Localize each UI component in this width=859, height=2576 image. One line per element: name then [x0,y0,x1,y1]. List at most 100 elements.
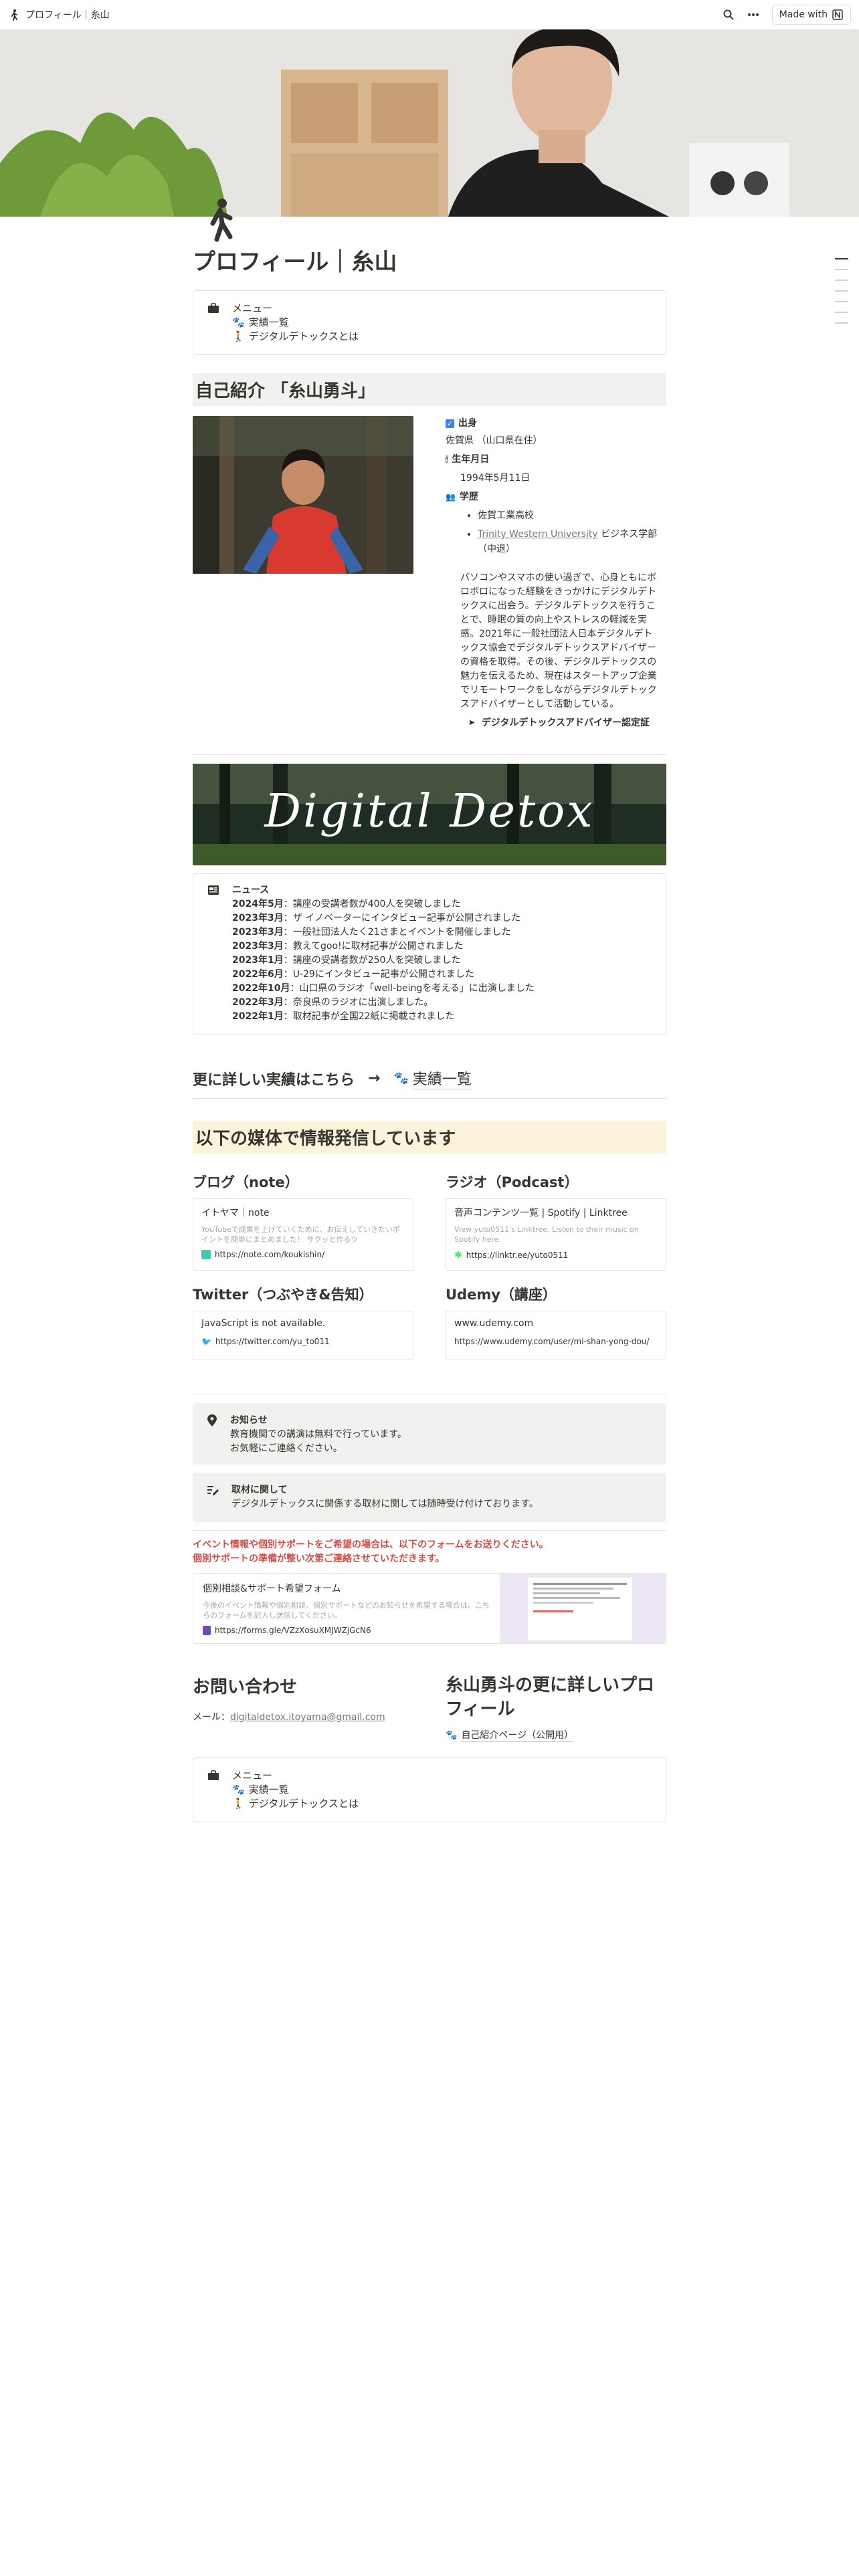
profile-details: ✓ 出身 佐賀県 （山口県在住） 🕯 生年月日 1994年5月11日 👥 学歴 … [446,416,666,730]
birthday-label: 生年月日 [452,454,490,465]
menu-item-digital-detox[interactable]: 🚶 デジタルデトックスとは [232,330,359,344]
search-icon[interactable] [723,9,735,21]
blog-bookmark[interactable]: イトヤマ｜note YouTubeで成果を上げていくために、お伝えしていきたいポ… [193,1198,413,1271]
intro-heading: 自己紹介 「糸山勇斗」 [193,373,666,406]
radio-desc: View yuto0511's Linktree. Listen to thei… [454,1225,639,1244]
bottom-menu-callout: メニュー 🐾 実績一覧 🚶 デジタルデトックスとは [193,1757,666,1822]
contact-heading: お問い合わせ [193,1677,298,1697]
udemy-heading: Udemy（講座） [446,1287,557,1303]
cover-photo [0,29,859,217]
menu-item-label: デジタルデトックスとは [248,330,359,342]
coverage-title: 取材に関して [231,1485,288,1495]
media-heading: 以下の媒体で情報発信しています [193,1121,666,1154]
footprints-icon: 🐾 [232,1784,245,1796]
news-item: 2022年1月：取材記事が全国22紙に掲載されました [232,1011,455,1022]
achievements-lead: 更に詳しい実績はこちら [193,1071,355,1089]
news-item: 2022年6月：U-29にインタビュー記事が公開されました [232,969,474,980]
coverage-line: デジタルデトックスに関係する取材に関しては随時受け付けております。 [231,1499,539,1509]
alert-line: イベント情報や個別サポートをご希望の場合は、以下のフォームをお送りください。 [193,1539,549,1550]
notice-line: 教育機関での講演は無料で行っています。 [230,1429,407,1440]
twitter-heading: Twitter（つぶやき&告知） [193,1287,373,1303]
form-bookmark[interactable]: 個別相談&サポート希望フォーム 今後のイベント情報や個別相談、個別サポートなどの… [193,1573,666,1644]
birthplace-label: 出身 [458,418,477,429]
briefcase-icon [208,303,219,313]
certificate-toggle[interactable]: ▶ デジタルデトックスアドバイザー認定証 [470,716,666,730]
menu-item-label: 実績一覧 [248,316,289,328]
footprints-icon: 🐾 [393,1071,409,1085]
page-content: プロフィール｜糸山 メニュー 🐾 実績一覧 🚶 デジタルデトックスとは [193,246,666,355]
blog-url: https://note.com/koukishin/ [215,1250,325,1259]
bottom-menu-wrap: メニュー 🐾 実績一覧 🚶 デジタルデトックスとは [193,1757,666,1822]
education-label: 学歴 [459,492,478,502]
note-favicon-icon [201,1250,211,1259]
university-link[interactable]: Trinity Western University [478,529,598,540]
notice-title: お知らせ [230,1415,268,1426]
edit-list-icon [207,1486,219,1495]
twitter-url: https://twitter.com/yu_to011 [215,1337,330,1346]
self-intro-link[interactable]: 🐾 自己紹介ページ（公開用） [446,1728,666,1742]
alert-text: イベント情報や個別サポートをご希望の場合は、以下のフォームをお送りください。 個… [193,1538,666,1566]
page-title: プロフィール｜糸山 [193,249,397,276]
education-item: 佐賀工業高校 [478,508,666,523]
media-heading-block: 以下の媒体で情報発信しています [193,1121,666,1154]
birthday-row: 🕯 生年月日 [446,452,666,467]
form-thumbnail [500,1574,666,1643]
udemy-title: www.udemy.com [454,1318,534,1329]
menu-item-digital-detox[interactable]: 🚶 デジタルデトックスとは [232,1797,359,1811]
news-heading: ニュース [232,885,270,895]
twitter-bookmark[interactable]: JavaScript is not available. 🐦 https://t… [193,1311,413,1360]
birthplace-row: ✓ 出身 [446,416,666,431]
toggle-triangle-icon: ▶ [470,719,475,726]
coverage-callout: 取材に関して デジタルデトックスに関係する取材に関しては随時受け付けております。 [193,1473,666,1522]
news-item: 2022年10月：山口県のラジオ「well-beingを考える」に出演しました [232,983,535,994]
self-intro-link-label: 自己紹介ページ（公開用） [461,1728,574,1742]
more-icon[interactable] [747,9,760,21]
people-icon: 👥 [446,492,456,502]
news-item: 2023年3月：教えてgoo!に取材記事が公開されました [232,941,464,952]
menu-item-label: 実績一覧 [248,1784,289,1796]
achievements-row: 更に詳しい実績はこちら → 🐾 実績一覧 [193,1067,666,1089]
footprints-icon: 🐾 [232,316,245,328]
education-item: Trinity Western University ビジネス学部（中退） [478,527,666,556]
notion-logo-icon [832,9,843,20]
menu-heading: メニュー [232,1769,273,1782]
blog-title: イトヤマ｜note [201,1208,270,1218]
menu-item-label: デジタルデトックスとは [248,1798,359,1810]
menu-item-achievements[interactable]: 🐾 実績一覧 [232,1783,359,1797]
candle-icon: 🕯 [446,455,448,464]
made-with-button[interactable]: Made with [771,5,851,25]
footprints-icon: 🐾 [446,1729,458,1741]
udemy-bookmark[interactable]: www.udemy.com https://www.udemy.com/user… [446,1311,666,1360]
certificate-toggle-label: デジタルデトックスアドバイザー認定証 [481,718,650,728]
location-pin-icon [207,1414,217,1426]
divider [193,754,666,755]
blog-section: ブログ（note） イトヤマ｜note YouTubeで成果を上げていくために、… [193,1172,413,1271]
achievements-link[interactable]: 🐾 実績一覧 [393,1067,472,1089]
digital-detox-banner: Digital Detox [193,764,666,865]
form-title: 個別相談&サポート希望フォーム [203,1584,341,1594]
menu-item-achievements[interactable]: 🐾 実績一覧 [232,316,359,330]
radio-bookmark[interactable]: 音声コンテンツ一覧 | Spotify | Linktree View yuto… [446,1198,666,1271]
news-callout: ニュース 2024年5月：講座の受講者数が400人を突破しました 2023年3月… [193,873,666,1035]
made-with-label: Made with [779,9,828,20]
email-link[interactable]: digitaldetox.itoyama@gmail.com [230,1712,385,1723]
intro-heading-block: 自己紹介 「糸山勇斗」 [193,373,666,406]
briefcase-icon [208,1770,219,1780]
contact-section: お問い合わせ メール：digitaldetox.itoyama@gmail.co… [193,1673,413,1723]
walking-icon: 🚶 [232,1798,245,1810]
checkbox-icon: ✓ [446,419,454,428]
breadcrumb[interactable]: プロフィール｜糸山 [8,8,110,21]
linktree-favicon-icon: ✱ [454,1250,462,1261]
news-item: 2023年3月：ザ イノベーターにインタビュー記事が公開されました [232,913,521,924]
achievements-link-label: 実績一覧 [412,1067,472,1089]
education-list: 佐賀工業高校 Trinity Western University ビジネス学部… [446,508,666,556]
divider [193,1530,666,1531]
email-label: メール： [193,1712,230,1723]
blog-heading: ブログ（note） [193,1174,299,1190]
banner-text: Digital Detox [264,785,595,838]
udemy-url: https://www.udemy.com/user/mi-shan-yong-… [454,1337,650,1346]
breadcrumb-title: プロフィール｜糸山 [25,10,110,21]
newspaper-icon [208,885,219,895]
menu-callout: メニュー 🐾 実績一覧 🚶 デジタルデトックスとは [193,290,666,355]
table-of-contents-rail[interactable] [835,258,848,333]
